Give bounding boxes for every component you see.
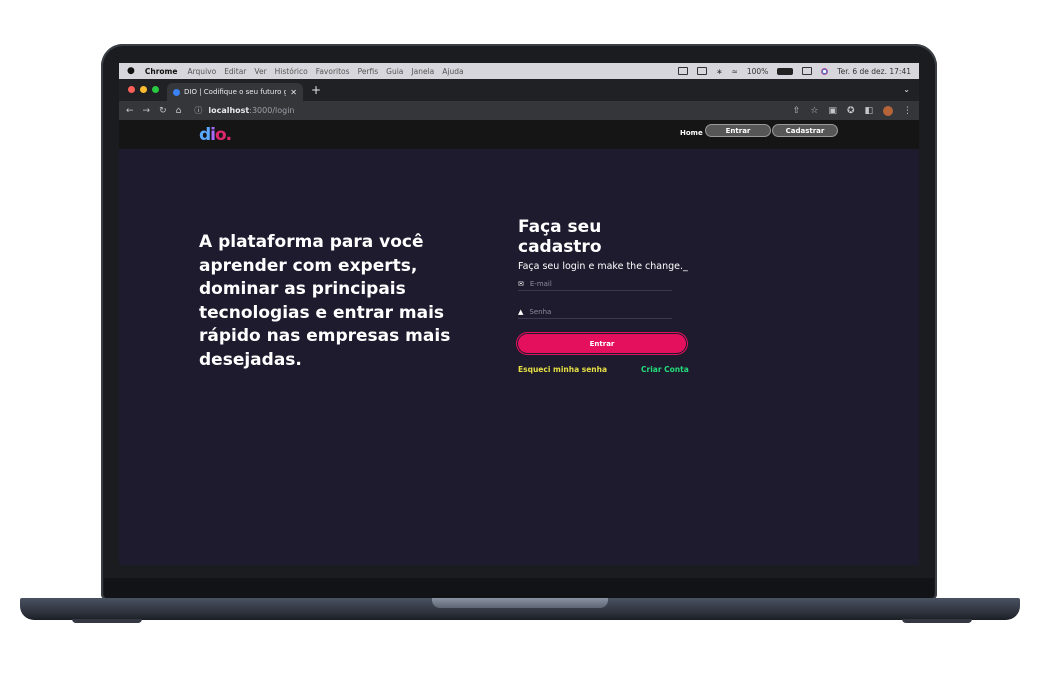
clock[interactable]: Ter. 6 de dez. 17:41	[837, 67, 911, 76]
wifi-icon[interactable]: ≈	[732, 67, 738, 76]
browser-menu-icon[interactable]: ⋮	[903, 106, 912, 116]
url-path: :3000/login	[249, 106, 295, 115]
close-window-icon[interactable]	[128, 86, 135, 93]
menu-ajuda[interactable]: Ajuda	[442, 67, 463, 76]
share-icon[interactable]: ⇧	[793, 106, 801, 116]
laptop-foot-left	[72, 619, 142, 623]
login-form: Faça seu cadastro Faça seu login e make …	[518, 217, 690, 374]
forgot-password-link[interactable]: Esqueci minha senha	[518, 365, 607, 374]
menu-arquivo[interactable]: Arquivo	[187, 67, 216, 76]
maximize-window-icon[interactable]	[152, 86, 159, 93]
hero-headline: A plataforma para você aprender com expe…	[199, 232, 451, 370]
menu-janela[interactable]: Janela	[411, 67, 434, 76]
submit-login-button[interactable]: Entrar	[518, 334, 686, 353]
create-account-link[interactable]: Criar Conta	[641, 365, 689, 374]
menu-editar[interactable]: Editar	[224, 67, 246, 76]
browser-toolbar: ← → ↻ ⌂ ⓘ localhost :3000/login ⇧ ☆ ▣ ✪ …	[119, 101, 919, 120]
extensions-puzzle-icon[interactable]: ✪	[847, 106, 855, 116]
tab-favicon-icon	[173, 88, 180, 96]
site-info-icon[interactable]: ⓘ	[194, 105, 202, 116]
close-tab-icon[interactable]: ✕	[290, 88, 297, 97]
site-header: d i o. Home Entrar Cadastrar	[119, 120, 919, 149]
tab-search-icon[interactable]: ⌄	[903, 85, 910, 94]
menu-favoritos[interactable]: Favoritos	[316, 67, 350, 76]
laptop-foot-right	[902, 619, 972, 623]
forward-icon[interactable]: →	[143, 106, 151, 116]
browser-tab-strip: DIO | Codifique o seu futuro gl ✕ + ⌄	[119, 79, 919, 101]
control-center-icon[interactable]	[802, 67, 813, 75]
status-area: ∗ ≈ 100% Ter. 6 de dez. 17:41	[678, 67, 911, 76]
macos-menu-bar: ● Chrome Arquivo Editar Ver Histórico Fa…	[119, 63, 919, 79]
battery-percent: 100%	[746, 66, 769, 76]
logo-letter-d: d	[199, 125, 211, 145]
form-title: Faça seu cadastro	[518, 217, 602, 257]
profile-avatar[interactable]	[883, 105, 893, 116]
bluetooth-icon[interactable]: ∗	[716, 67, 722, 76]
password-field[interactable]: ▲ Senha	[518, 305, 672, 319]
email-icon: ✉	[518, 279, 524, 288]
display-icon[interactable]	[697, 67, 708, 75]
bookmark-star-icon[interactable]: ☆	[810, 106, 818, 116]
window-controls	[128, 86, 159, 93]
minimize-window-icon[interactable]	[140, 86, 147, 93]
menu-ver[interactable]: Ver	[254, 67, 266, 76]
lock-icon: ▲	[518, 307, 524, 316]
dio-logo[interactable]: d i o.	[199, 125, 232, 145]
laptop-mockup: ● Chrome Arquivo Editar Ver Histórico Fa…	[0, 0, 1041, 680]
nav-entrar-button[interactable]: Entrar	[705, 124, 771, 137]
laptop-notch	[432, 598, 608, 608]
menu-historico[interactable]: Histórico	[275, 67, 308, 76]
nav-home-link[interactable]: Home	[680, 129, 703, 137]
logo-letter-o: o.	[215, 125, 232, 145]
url-host: localhost	[208, 106, 250, 115]
siri-icon[interactable]	[821, 67, 829, 75]
screen: ● Chrome Arquivo Editar Ver Histórico Fa…	[119, 63, 919, 565]
email-field[interactable]: ✉ E-mail	[518, 277, 672, 291]
browser-tab[interactable]: DIO | Codifique o seu futuro gl ✕	[167, 83, 303, 101]
battery-icon[interactable]	[777, 67, 794, 75]
status-box-icon[interactable]	[678, 67, 689, 75]
address-bar[interactable]: ⓘ localhost :3000/login	[194, 105, 294, 116]
email-placeholder: E-mail	[529, 279, 552, 288]
password-placeholder: Senha	[529, 307, 552, 316]
side-panel-icon[interactable]: ◧	[864, 106, 873, 116]
home-icon[interactable]: ⌂	[176, 106, 182, 116]
laptop-chin	[104, 578, 934, 600]
apple-icon[interactable]: ●	[127, 66, 135, 76]
menu-guia[interactable]: Guia	[386, 67, 403, 76]
toolbar-actions: ⇧ ☆ ▣ ✪ ◧ ⋮	[793, 105, 912, 116]
new-tab-icon[interactable]: +	[311, 83, 321, 97]
nav-cadastrar-button[interactable]: Cadastrar	[772, 124, 838, 137]
notion-extension-icon[interactable]: ▣	[828, 106, 837, 116]
back-icon[interactable]: ←	[126, 106, 134, 116]
tab-title: DIO | Codifique o seu futuro gl	[184, 88, 287, 96]
menu-perfis[interactable]: Perfis	[358, 67, 379, 76]
form-subtitle: Faça seu login e make the change._	[518, 261, 688, 272]
reload-icon[interactable]: ↻	[159, 106, 167, 116]
menu-app-name[interactable]: Chrome	[145, 67, 178, 76]
